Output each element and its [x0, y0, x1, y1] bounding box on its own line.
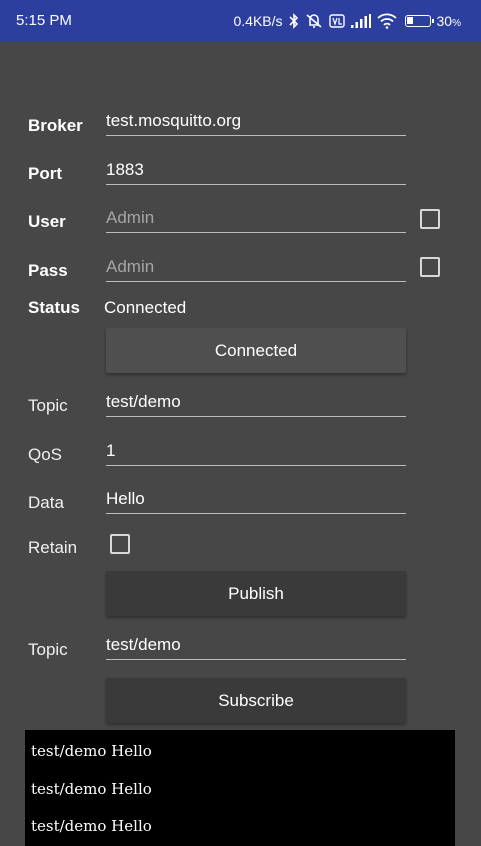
broker-label: Broker [28, 116, 83, 135]
retain-label: Retain [28, 538, 78, 557]
status-time: 5:15 PM [16, 12, 72, 29]
retain-checkbox[interactable] [110, 534, 130, 554]
battery-fill [406, 17, 413, 24]
connect-button[interactable]: Connected [106, 328, 406, 373]
user-input[interactable]: Admin [106, 197, 406, 233]
message-item: test/demo Hello [31, 780, 152, 798]
qos-input[interactable]: 1 [106, 430, 406, 466]
user-input-placeholder: Admin [106, 208, 155, 227]
pass-input[interactable]: Admin [106, 246, 406, 282]
battery-percent-value: 30 [436, 13, 453, 29]
data-input-value: Hello [106, 489, 145, 508]
subscribe-topic-input[interactable]: test/demo [106, 624, 406, 660]
pass-input-placeholder: Admin [106, 257, 155, 276]
user-checkbox[interactable] [420, 209, 440, 229]
wifi-icon [376, 13, 397, 29]
publish-topic-value: test/demo [106, 392, 181, 411]
subscribe-topic-value: test/demo [106, 635, 181, 654]
broker-input-value: test.mosquitto.org [106, 111, 242, 130]
subscribe-button[interactable]: Subscribe [106, 678, 406, 723]
publish-button[interactable]: Publish [106, 571, 406, 616]
message-item: test/demo Hello [31, 817, 152, 835]
publish-topic-input[interactable]: test/demo [106, 381, 406, 417]
port-label: Port [28, 164, 62, 183]
broker-input[interactable]: test.mosquitto.org [106, 100, 406, 136]
status-icons: 0.4KB/s 30% [233, 11, 461, 31]
data-label: Data [28, 493, 64, 512]
qos-label: QoS [28, 445, 63, 464]
battery-icon [404, 15, 434, 27]
mute-vibrate-icon [305, 13, 323, 29]
bluetooth-icon [288, 13, 299, 29]
data-input[interactable]: Hello [106, 478, 406, 514]
port-input[interactable]: 1883 [106, 149, 406, 185]
status-bar: 5:15 PM 0.4KB/s 30% [0, 0, 481, 42]
signal-icon [350, 14, 371, 28]
qos-input-value: 1 [106, 441, 116, 460]
port-input-value: 1883 [106, 160, 144, 179]
net-speed: 0.4KB/s [233, 13, 283, 29]
user-label: User [28, 212, 66, 231]
message-log[interactable]: test/demo Hello test/demo Hello test/dem… [25, 730, 455, 846]
pass-checkbox[interactable] [420, 257, 440, 277]
pass-label: Pass [28, 261, 68, 280]
subscribe-topic-label: Topic [28, 640, 68, 659]
volte-icon [328, 14, 345, 28]
message-item: test/demo Hello [31, 742, 152, 760]
connection-status-value: Connected [104, 298, 187, 317]
status-label: Status [28, 298, 80, 317]
battery-percent: 30% [436, 13, 461, 29]
publish-topic-label: Topic [28, 396, 68, 415]
